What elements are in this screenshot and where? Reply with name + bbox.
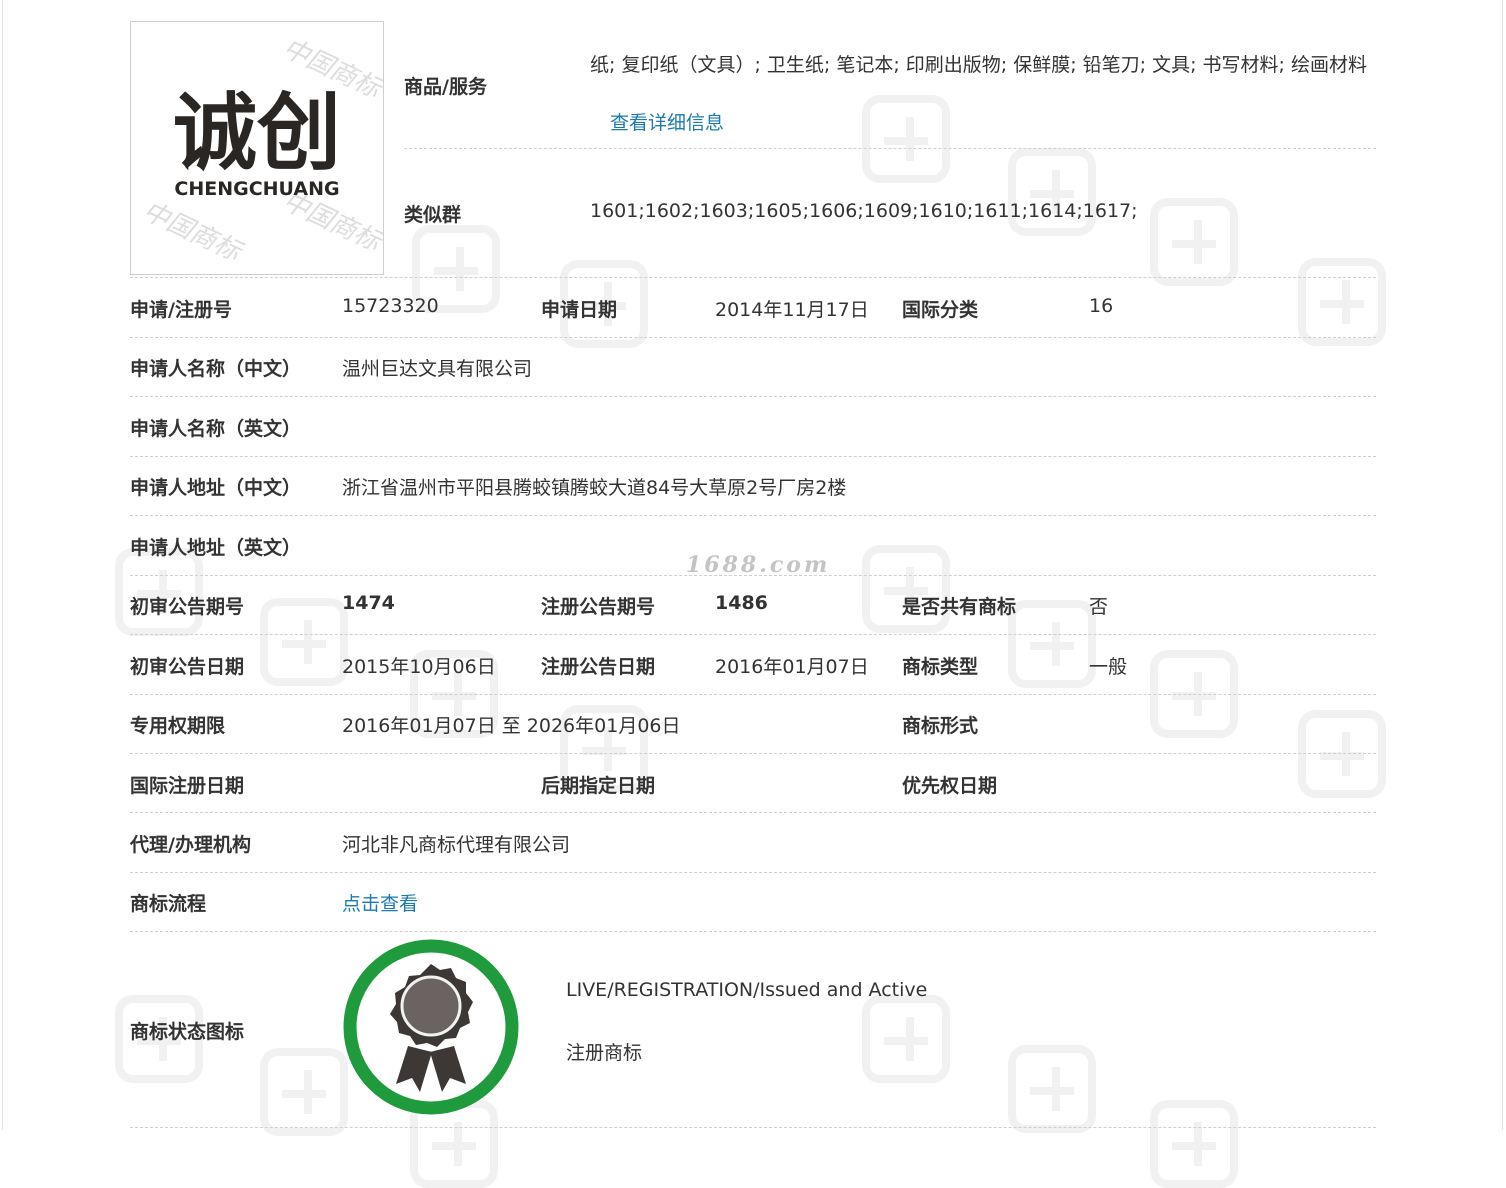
later-designation-date-label: 后期指定日期 [541, 775, 656, 797]
prelim-pub-no-label: 初审公告期号 [130, 596, 245, 618]
shared-mark-value: 否 [1089, 596, 1109, 618]
agency-label: 代理/办理机构 [130, 834, 251, 856]
exclusive-period-label: 专用权期限 [130, 715, 226, 737]
logo-chinese-text: 诚创 [173, 84, 341, 182]
prelim-pub-no-value: 1474 [342, 592, 395, 614]
divider [130, 515, 1376, 516]
divider [130, 337, 1376, 338]
logo-english-text: CHENGCHUANG [174, 178, 339, 200]
prelim-pub-date-value: 2015年10月06日 [342, 656, 496, 678]
divider [404, 148, 1376, 149]
divider [130, 694, 1376, 695]
reg-no-label: 申请/注册号 [130, 299, 232, 321]
reg-pub-date-label: 注册公告日期 [541, 656, 656, 678]
intl-class-value: 16 [1089, 295, 1114, 317]
status-cn: 注册商标 [566, 1042, 643, 1064]
reg-pub-date-value: 2016年01月07日 [715, 656, 869, 678]
similar-group-label: 类似群 [404, 204, 462, 226]
mark-form-label: 商标形式 [902, 715, 979, 737]
apply-date-label: 申请日期 [541, 299, 618, 321]
applicant-cn-value: 温州巨达文具有限公司 [342, 358, 533, 380]
applicant-en-label: 申请人名称（英文） [130, 418, 302, 440]
apply-date-value: 2014年11月17日 [715, 299, 869, 321]
frame-left-edge [2, 0, 3, 1130]
divider [130, 1127, 1376, 1128]
divider [130, 753, 1376, 754]
goods-value: 纸; 复印纸（文具）; 卫生纸; 笔记本; 印刷出版物; 保鲜膜; 铅笔刀; 文… [590, 36, 1376, 152]
status-en: LIVE/REGISTRATION/Issued and Active [566, 979, 928, 1001]
intl-class-label: 国际分类 [902, 299, 979, 321]
trademark-logo: 中国商标 中国商标 中国商标 诚创 CHENGCHUANG [130, 21, 384, 275]
divider [130, 634, 1376, 635]
award-ribbon-icon [342, 938, 520, 1116]
priority-date-label: 优先权日期 [902, 775, 998, 797]
site-watermark: 1688.com [686, 552, 831, 578]
mark-type-value: 一般 [1089, 656, 1128, 678]
goods-label: 商品/服务 [404, 76, 487, 98]
frame-right-edge [1502, 0, 1503, 1130]
exclusive-period-value: 2016年01月07日 至 2026年01月06日 [342, 715, 681, 737]
logo-watermark-bottom-left: 中国商标 [138, 196, 248, 268]
process-label: 商标流程 [130, 893, 207, 915]
divider [130, 396, 1376, 397]
mark-type-label: 商标类型 [902, 656, 979, 678]
address-en-label: 申请人地址（英文） [130, 537, 302, 559]
shared-mark-label: 是否共有商标 [902, 596, 1017, 618]
goods-detail-link[interactable]: 查看详细信息 [610, 112, 724, 134]
divider [130, 812, 1376, 813]
reg-no-value: 15723320 [342, 295, 439, 317]
divider [130, 456, 1376, 457]
intl-reg-date-label: 国际注册日期 [130, 775, 245, 797]
agency-value: 河北非凡商标代理有限公司 [342, 834, 571, 856]
address-cn-label: 申请人地址（中文） [130, 477, 302, 499]
prelim-pub-date-label: 初审公告日期 [130, 656, 245, 678]
goods-text: 纸; 复印纸（文具）; 卫生纸; 笔记本; 印刷出版物; 保鲜膜; 铅笔刀; 文… [590, 54, 1367, 76]
reg-pub-no-label: 注册公告期号 [541, 596, 656, 618]
reg-pub-no-value: 1486 [715, 592, 768, 614]
address-cn-value: 浙江省温州市平阳县腾蛟镇腾蛟大道84号大草原2号厂房2楼 [342, 477, 847, 499]
status-label: 商标状态图标 [130, 1021, 245, 1043]
divider [130, 931, 1376, 932]
divider [130, 277, 1376, 278]
applicant-cn-label: 申请人名称（中文） [130, 358, 302, 380]
similar-group-value: 1601;1602;1603;1605;1606;1609;1610;1611;… [590, 200, 1138, 222]
divider [130, 872, 1376, 873]
process-link[interactable]: 点击查看 [342, 889, 418, 916]
